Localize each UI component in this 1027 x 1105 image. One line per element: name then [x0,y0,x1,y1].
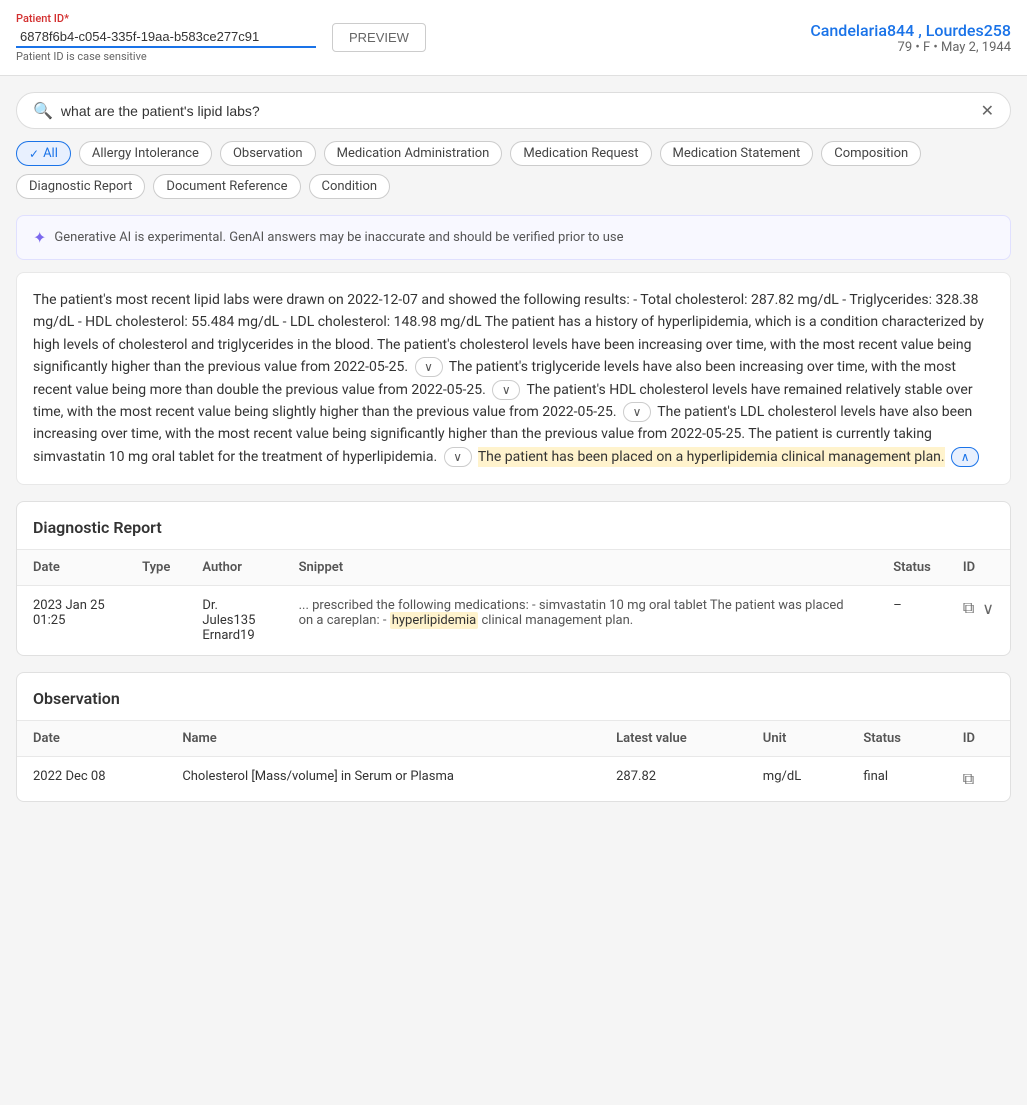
patient-id-input[interactable] [16,27,316,48]
obs-row-unit: mg/dL [747,757,848,802]
ai-notice-text: Generative AI is experimental. GenAI ans… [54,230,623,245]
observation-title: Observation [17,673,1010,721]
filter-label: Medication Statement [673,146,801,161]
filter-medication-request[interactable]: Medication Request [510,141,651,166]
required-indicator: * [64,12,69,25]
col-id: ID [947,550,1010,586]
filter-label: Composition [834,146,908,161]
filter-document-reference[interactable]: Document Reference [153,174,300,199]
col-snippet: Snippet [283,550,878,586]
obs-col-date: Date [17,721,166,757]
obs-col-unit: Unit [747,721,848,757]
col-status: Status [877,550,947,586]
row-status: – [877,586,947,656]
obs-col-id: ID [947,721,1010,757]
label-text: Patient ID [16,12,64,25]
filter-label: Document Reference [166,179,287,194]
expand-btn-4[interactable]: ∨ [444,447,472,467]
search-bar: 🔍 ✕ [16,92,1011,129]
filter-all[interactable]: ✓ All [16,141,71,166]
search-icon: 🔍 [33,101,53,120]
patient-id-section: Patient ID* Patient ID is case sensitive [16,12,316,63]
obs-col-name: Name [166,721,600,757]
observation-table: Date Name Latest value Unit Status ID 20… [17,721,1010,801]
filter-diagnostic-report[interactable]: Diagnostic Report [16,174,145,199]
expand-row-icon[interactable]: ∨ [982,599,994,618]
expand-btn-1[interactable]: ∨ [415,357,443,377]
col-date: Date [17,550,126,586]
ai-notice: ✦ Generative AI is experimental. GenAI a… [16,215,1011,260]
collapse-btn[interactable]: ∧ [951,447,979,467]
filter-medication-statement[interactable]: Medication Statement [660,141,814,166]
copy-icon[interactable]: ⧉ [963,598,974,618]
row-author: Dr. Jules135 Ernard19 [186,586,282,656]
main-content: 🔍 ✕ ✓ All Allergy Intolerance Observatio… [0,76,1027,834]
filter-observation[interactable]: Observation [220,141,316,166]
obs-row-date: 2022 Dec 08 [17,757,166,802]
patient-name: Candelaria844 , Lourdes258 [810,21,1011,40]
filter-label: Diagnostic Report [29,179,132,194]
obs-row-value: 287.82 [600,757,747,802]
filter-label: Observation [233,146,303,161]
ai-icon: ✦ [33,228,46,247]
preview-button[interactable]: PREVIEW [332,23,426,52]
filter-label: All [43,146,58,161]
check-icon: ✓ [29,147,39,161]
patient-id-label: Patient ID* [16,12,316,25]
top-bar: Patient ID* Patient ID is case sensitive… [0,0,1027,76]
diagnostic-report-title: Diagnostic Report [17,502,1010,550]
filter-medication-administration[interactable]: Medication Administration [324,141,503,166]
filter-allergy[interactable]: Allergy Intolerance [79,141,212,166]
row-type [126,586,186,656]
patient-info: Candelaria844 , Lourdes258 79 • F • May … [810,21,1011,55]
expand-btn-2[interactable]: ∨ [492,380,520,400]
patient-id-hint: Patient ID is case sensitive [16,50,316,63]
row-date: 2023 Jan 25 01:25 [17,586,126,656]
filter-label: Medication Administration [337,146,490,161]
expand-btn-3[interactable]: ∨ [623,402,651,422]
row-snippet: ... prescribed the following medications… [283,586,878,656]
clear-icon[interactable]: ✕ [981,101,994,120]
response-text: The patient's most recent lipid labs wer… [16,272,1011,485]
filter-label: Condition [322,179,378,194]
obs-col-status: Status [847,721,946,757]
obs-row-status: final [847,757,946,802]
highlighted-text: The patient has been placed on a hyperli… [478,447,945,467]
obs-col-value: Latest value [600,721,747,757]
filter-condition[interactable]: Condition [309,174,391,199]
filter-label: Medication Request [523,146,638,161]
table-row: 2022 Dec 08 Cholesterol [Mass/volume] in… [17,757,1010,802]
col-author: Author [186,550,282,586]
table-row: 2023 Jan 25 01:25 Dr. Jules135 Ernard19 … [17,586,1010,656]
diagnostic-report-section: Diagnostic Report Date Type Author Snipp… [16,501,1011,656]
patient-details: 79 • F • May 2, 1944 [810,40,1011,55]
copy-icon[interactable]: ⧉ [963,769,974,789]
obs-row-id-actions: ⧉ [947,757,1010,802]
search-input[interactable] [61,103,973,119]
obs-row-name: Cholesterol [Mass/volume] in Serum or Pl… [166,757,600,802]
filter-composition[interactable]: Composition [821,141,921,166]
diagnostic-report-table: Date Type Author Snippet Status ID 2023 … [17,550,1010,655]
filter-label: Allergy Intolerance [92,146,199,161]
row-id-actions: ⧉ ∨ [947,586,1010,656]
observation-section: Observation Date Name Latest value Unit … [16,672,1011,802]
filter-tags: ✓ All Allergy Intolerance Observation Me… [16,141,1011,199]
col-type: Type [126,550,186,586]
